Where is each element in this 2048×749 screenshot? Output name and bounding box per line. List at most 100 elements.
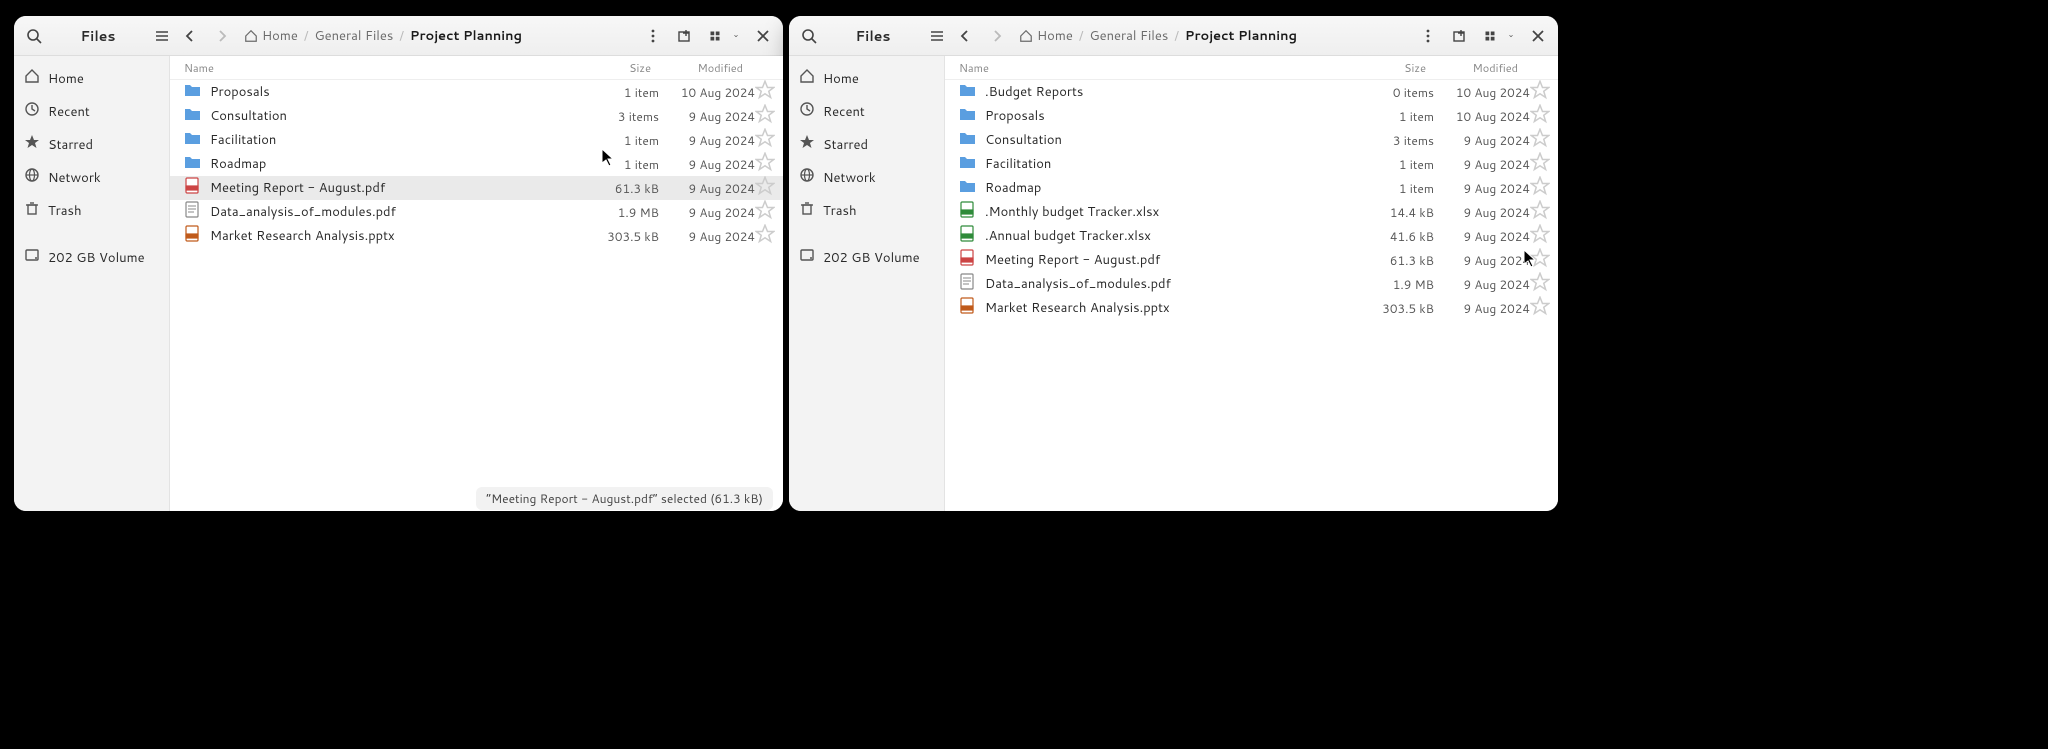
sidebar-menu-button[interactable] xyxy=(148,22,176,50)
file-type-icon xyxy=(959,249,985,272)
view-options-button[interactable] xyxy=(1502,22,1520,50)
sidebar-item-home[interactable]: Home xyxy=(789,62,944,95)
file-type-icon xyxy=(959,201,985,224)
star-toggle[interactable] xyxy=(755,176,775,201)
col-name[interactable]: Name xyxy=(959,60,1354,76)
sidebar-item-recent[interactable]: Recent xyxy=(14,95,169,128)
file-list[interactable]: .Budget Reports 0 items 10 Aug 2024 Prop… xyxy=(945,80,1558,511)
sidebar-item-recent[interactable]: Recent xyxy=(789,95,944,128)
breadcrumb-segment[interactable]: Project Planning xyxy=(1185,27,1297,45)
file-size: 303.5 kB xyxy=(1362,300,1434,317)
file-name: Consultation xyxy=(985,131,1362,149)
star-toggle[interactable] xyxy=(1530,272,1550,297)
app-title: Files xyxy=(823,26,923,46)
forward-button[interactable] xyxy=(983,22,1011,50)
file-row[interactable]: Roadmap 1 item 9 Aug 2024 xyxy=(170,152,783,176)
star-toggle[interactable] xyxy=(1530,224,1550,249)
search-button[interactable] xyxy=(20,22,48,50)
file-list[interactable]: Proposals 1 item 10 Aug 2024 Consultatio… xyxy=(170,80,783,511)
sidebar-item-trash[interactable]: Trash xyxy=(789,194,944,227)
star-toggle[interactable] xyxy=(1530,128,1550,153)
path-menu-button[interactable] xyxy=(1414,22,1442,50)
breadcrumb-segment[interactable]: General Files xyxy=(314,27,393,45)
star-toggle[interactable] xyxy=(1530,296,1550,321)
file-row[interactable]: Consultation 3 items 9 Aug 2024 xyxy=(170,104,783,128)
star-toggle[interactable] xyxy=(755,128,775,153)
file-row[interactable]: Proposals 1 item 10 Aug 2024 xyxy=(170,80,783,104)
breadcrumb-sep: / xyxy=(304,27,309,45)
file-type-icon xyxy=(959,225,985,248)
sidebar-item-volume[interactable]: 202 GB Volume xyxy=(789,241,944,274)
file-list-pane: Name Size Modified Proposals 1 item 10 A… xyxy=(170,56,783,511)
breadcrumb-segment[interactable]: Home xyxy=(244,27,298,45)
breadcrumb-segment[interactable]: General Files xyxy=(1089,27,1168,45)
breadcrumb-sep: / xyxy=(399,27,404,45)
breadcrumb-sep: / xyxy=(1174,27,1179,45)
close-button[interactable] xyxy=(1524,22,1552,50)
file-row[interactable]: .Monthly budget Tracker.xlsx 14.4 kB 9 A… xyxy=(945,200,1558,224)
sidebar-menu-button[interactable] xyxy=(923,22,951,50)
sidebar-item-home[interactable]: Home xyxy=(14,62,169,95)
col-modified[interactable]: Modified xyxy=(651,60,747,76)
sidebar-item-volume[interactable]: 202 GB Volume xyxy=(14,241,169,274)
file-row[interactable]: Facilitation 1 item 9 Aug 2024 xyxy=(945,152,1558,176)
star-toggle[interactable] xyxy=(755,80,775,105)
file-row[interactable]: Meeting Report - August.pdf 61.3 kB 9 Au… xyxy=(170,176,783,200)
close-button[interactable] xyxy=(749,22,777,50)
file-name: Facilitation xyxy=(210,131,587,149)
file-modified: 9 Aug 2024 xyxy=(659,228,755,245)
star-toggle[interactable] xyxy=(755,152,775,177)
star-toggle[interactable] xyxy=(1530,176,1550,201)
col-size[interactable]: Size xyxy=(1354,60,1426,76)
file-row[interactable]: Market Research Analysis.pptx 303.5 kB 9… xyxy=(170,224,783,248)
file-row[interactable]: Meeting Report - August.pdf 61.3 kB 9 Au… xyxy=(945,248,1558,272)
col-name[interactable]: Name xyxy=(184,60,579,76)
file-size: 3 items xyxy=(1362,132,1434,149)
breadcrumb-sep: / xyxy=(1079,27,1084,45)
star-toggle[interactable] xyxy=(755,224,775,249)
breadcrumb-segment[interactable]: Home xyxy=(1019,27,1073,45)
forward-button[interactable] xyxy=(208,22,236,50)
file-row[interactable]: .Budget Reports 0 items 10 Aug 2024 xyxy=(945,80,1558,104)
sidebar-item-trash[interactable]: Trash xyxy=(14,194,169,227)
file-row[interactable]: Roadmap 1 item 9 Aug 2024 xyxy=(945,176,1558,200)
sidebar-item-network[interactable]: Network xyxy=(14,161,169,194)
back-button[interactable] xyxy=(176,22,204,50)
star-toggle[interactable] xyxy=(1530,80,1550,105)
file-type-icon xyxy=(184,153,210,176)
star-toggle[interactable] xyxy=(1530,104,1550,129)
new-tab-button[interactable] xyxy=(1446,22,1474,50)
breadcrumb-segment[interactable]: Project Planning xyxy=(410,27,522,45)
star-toggle[interactable] xyxy=(1530,248,1550,273)
file-row[interactable]: Consultation 3 items 9 Aug 2024 xyxy=(945,128,1558,152)
star-toggle[interactable] xyxy=(1530,200,1550,225)
file-row[interactable]: Proposals 1 item 10 Aug 2024 xyxy=(945,104,1558,128)
col-modified[interactable]: Modified xyxy=(1426,60,1522,76)
file-row[interactable]: Data_analysis_of_modules.pdf 1.9 MB 9 Au… xyxy=(170,200,783,224)
sidebar-item-network[interactable]: Network xyxy=(789,161,944,194)
file-row[interactable]: Market Research Analysis.pptx 303.5 kB 9… xyxy=(945,296,1558,320)
file-modified: 9 Aug 2024 xyxy=(1434,276,1530,293)
grid-view-button[interactable] xyxy=(1478,22,1502,50)
file-size: 1 item xyxy=(1362,180,1434,197)
back-button[interactable] xyxy=(951,22,979,50)
view-options-button[interactable] xyxy=(727,22,745,50)
path-menu-button[interactable] xyxy=(639,22,667,50)
file-size: 61.3 kB xyxy=(1362,252,1434,269)
file-size: 1.9 MB xyxy=(587,204,659,221)
new-tab-button[interactable] xyxy=(671,22,699,50)
file-row[interactable]: Facilitation 1 item 9 Aug 2024 xyxy=(170,128,783,152)
sidebar-item-starred[interactable]: Starred xyxy=(14,128,169,161)
file-row[interactable]: Data_analysis_of_modules.pdf 1.9 MB 9 Au… xyxy=(945,272,1558,296)
star-toggle[interactable] xyxy=(1530,152,1550,177)
star-toggle[interactable] xyxy=(755,104,775,129)
sidebar-item-starred[interactable]: Starred xyxy=(789,128,944,161)
grid-view-button[interactable] xyxy=(703,22,727,50)
col-size[interactable]: Size xyxy=(579,60,651,76)
file-row[interactable]: .Annual budget Tracker.xlsx 41.6 kB 9 Au… xyxy=(945,224,1558,248)
star-toggle[interactable] xyxy=(755,200,775,225)
file-size: 0 items xyxy=(1362,84,1434,101)
file-type-icon xyxy=(184,177,210,200)
search-button[interactable] xyxy=(795,22,823,50)
columns-header: Name Size Modified xyxy=(945,56,1558,80)
